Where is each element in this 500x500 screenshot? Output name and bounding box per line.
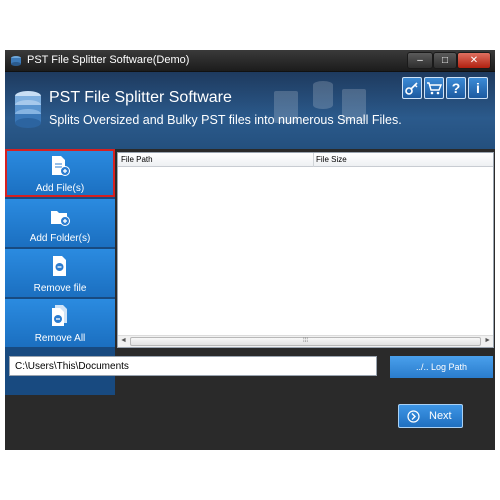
remove-file-icon xyxy=(53,256,66,276)
key-icon xyxy=(405,82,418,95)
column-divider[interactable] xyxy=(313,153,314,167)
maximize-button[interactable]: □ xyxy=(433,52,457,69)
close-button[interactable]: ✕ xyxy=(457,52,491,69)
app-icon xyxy=(11,56,21,66)
key-button[interactable] xyxy=(402,77,422,99)
buy-button[interactable] xyxy=(424,77,444,99)
table-header: File Path File Size xyxy=(118,153,493,167)
next-arrow-icon xyxy=(407,410,420,423)
log-path-button[interactable]: ../.. Log Path xyxy=(390,356,493,378)
title-bar[interactable]: PST File Splitter Software(Demo) – □ ✕ xyxy=(5,50,495,72)
app-window: PST File Splitter Software(Demo) – □ ✕ P… xyxy=(5,50,495,450)
background-database-icon xyxy=(313,81,333,109)
remove-all-label: Remove All xyxy=(34,333,86,344)
add-file-icon xyxy=(52,156,70,176)
add-folders-button[interactable]: Add Folder(s) xyxy=(5,199,115,247)
app-header: PST File Splitter Software Splits Oversi… xyxy=(5,72,495,149)
info-button[interactable]: i xyxy=(468,77,488,99)
help-icon: ? xyxy=(451,80,461,96)
remove-all-button[interactable]: Remove All xyxy=(5,299,115,347)
next-label: Next xyxy=(429,410,452,422)
scrollbar-thumb[interactable]: ⁞⁞⁞ xyxy=(130,337,481,346)
next-button[interactable]: Next xyxy=(398,404,463,428)
file-list-table[interactable]: File Path File Size ◄ ⁞⁞⁞ ► xyxy=(117,152,494,348)
add-folder-icon xyxy=(51,211,70,226)
add-files-label: Add File(s) xyxy=(35,183,85,194)
screenshot-frame: PST File Splitter Software(Demo) – □ ✕ P… xyxy=(0,0,500,500)
column-header-file-size[interactable]: File Size xyxy=(316,155,347,164)
remove-file-label: Remove file xyxy=(33,283,87,294)
app-tagline: Splits Oversized and Bulky PST files int… xyxy=(49,113,402,127)
info-icon: i xyxy=(476,80,480,96)
scroll-left-arrow-icon[interactable]: ◄ xyxy=(120,337,127,344)
remove-file-button[interactable]: Remove file xyxy=(5,249,115,297)
horizontal-scrollbar[interactable]: ◄ ⁞⁞⁞ ► xyxy=(118,335,493,347)
column-header-file-path[interactable]: File Path xyxy=(121,155,153,164)
app-name: PST File Splitter Software xyxy=(49,89,232,106)
cart-icon xyxy=(427,82,443,95)
help-button[interactable]: ? xyxy=(446,77,466,99)
add-files-button[interactable]: Add File(s) xyxy=(5,149,115,197)
scroll-right-arrow-icon[interactable]: ► xyxy=(484,337,491,344)
database-logo-icon xyxy=(15,91,41,128)
remove-all-icon xyxy=(52,305,67,326)
log-path-input[interactable] xyxy=(9,356,377,376)
window-title: PST File Splitter Software(Demo) xyxy=(27,54,190,66)
add-folders-label: Add Folder(s) xyxy=(29,233,91,244)
minimize-button[interactable]: – xyxy=(407,52,433,69)
